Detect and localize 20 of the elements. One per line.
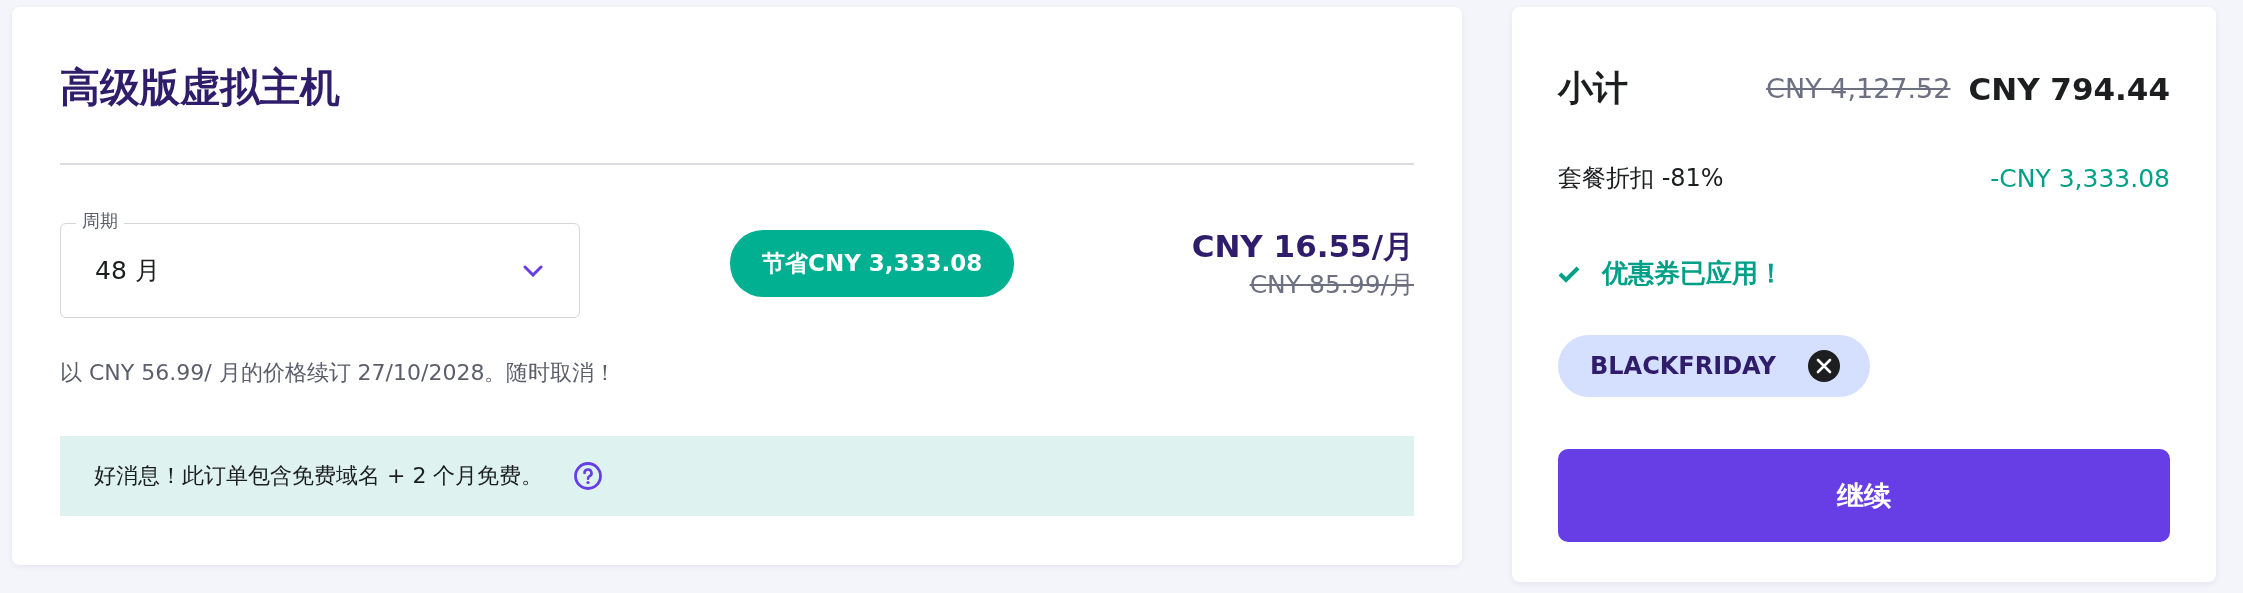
close-icon[interactable] (1807, 350, 1840, 382)
renewal-note: 以 CNY 56.99/ 月的价格续订 27/10/2028。随时取消！ (60, 359, 618, 387)
chevron-down-icon (523, 264, 543, 277)
period-value: 48 月 (95, 255, 160, 287)
total-price: CNY 794.44 (1968, 70, 2170, 107)
info-text: 好消息！此订单包含免费域名 + 2 个月免费。 (94, 462, 544, 490)
continue-button[interactable]: 继续 (1558, 449, 2170, 542)
help-icon[interactable] (573, 461, 604, 491)
coupon-code: BLACKFRIDAY (1590, 352, 1776, 380)
original-total: CNY 4,127.52 (1766, 73, 1951, 104)
discount-value: -CNY 3,333.08 (1990, 163, 2170, 193)
subtotal-title: 小计 (1558, 67, 1628, 110)
monthly-price: CNY 16.55/月 (1191, 227, 1414, 266)
plan-title: 高级版虚拟主机 (60, 63, 341, 112)
check-icon (1558, 264, 1580, 283)
discount-label: 套餐折扣 -81% (1558, 163, 1724, 194)
savings-badge: 节省CNY 3,333.08 (730, 230, 1015, 297)
original-price: CNY 85.99/月 (1249, 269, 1414, 301)
coupon-status: 优惠券已应用！ (1602, 257, 1784, 290)
period-label: 周期 (76, 209, 124, 233)
